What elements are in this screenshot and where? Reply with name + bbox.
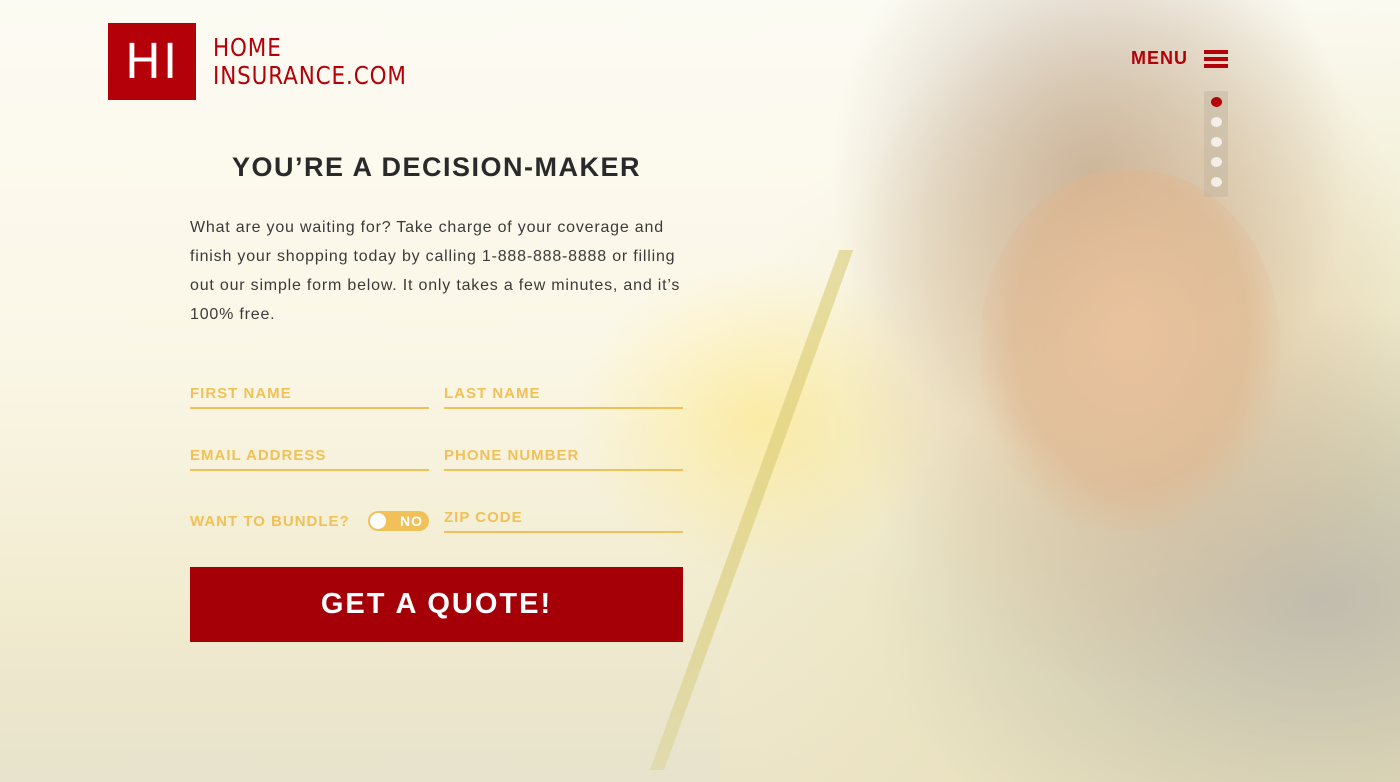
quote-form: WANT TO BUNDLE? NO GET A QUOTE! [190, 379, 683, 642]
menu-button[interactable]: MENU [1131, 48, 1228, 69]
site-logo[interactable]: HI HOME INSURANCE.COM [108, 23, 438, 100]
get-quote-button[interactable]: GET A QUOTE! [190, 567, 683, 642]
last-name-input[interactable] [444, 379, 683, 409]
menu-label: MENU [1131, 48, 1188, 68]
slide-dot-3[interactable] [1210, 137, 1222, 147]
logo-mark: HI [108, 23, 196, 100]
email-input[interactable] [190, 441, 429, 471]
logo-wordmark: HOME INSURANCE.COM [213, 32, 407, 90]
logo-wordmark-line2: INSURANCE.COM [213, 60, 407, 90]
intro-text: What are you waiting for? Take charge of… [190, 219, 681, 323]
slide-dot-2[interactable] [1210, 117, 1222, 127]
slide-dot-5[interactable] [1210, 177, 1222, 187]
form-row-contact [190, 441, 683, 471]
zip-code-input[interactable] [444, 503, 683, 533]
slide-dot-4[interactable] [1210, 157, 1222, 167]
smiling-woman [980, 170, 1280, 530]
page-title: YOU’RE A DECISION-MAKER [231, 152, 642, 182]
hamburger-icon [1204, 49, 1228, 68]
bundle-option: WANT TO BUNDLE? NO [190, 503, 429, 533]
bundle-toggle[interactable]: NO [368, 511, 429, 531]
slide-pagination [1204, 91, 1228, 197]
toggle-knob [370, 513, 386, 529]
first-name-input[interactable] [190, 379, 429, 409]
toggle-state: NO [400, 513, 423, 529]
quote-panel: YOU’RE A DECISION-MAKER What are you wai… [190, 152, 683, 642]
logo-wordmark-line1: HOME [213, 32, 282, 62]
form-row-name [190, 379, 683, 409]
bundle-label: WANT TO BUNDLE? [190, 512, 350, 530]
phone-input[interactable] [444, 441, 683, 471]
form-row-bundle-zip: WANT TO BUNDLE? NO [190, 503, 683, 533]
slide-dot-1[interactable] [1210, 97, 1222, 107]
